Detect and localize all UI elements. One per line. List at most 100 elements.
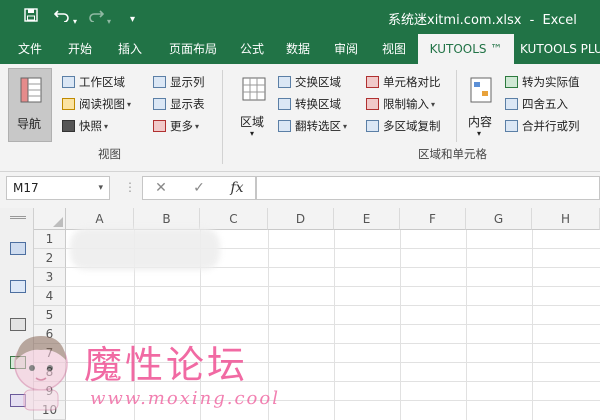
flip-range-button[interactable]: 翻转选区 ▾ — [278, 116, 347, 136]
swap-ranges-button[interactable]: 交换区域 — [278, 72, 341, 92]
column-header-h[interactable]: H — [532, 208, 600, 230]
show-sheets-button[interactable]: 显示表 — [153, 94, 205, 114]
swap-ranges-icon — [278, 76, 291, 88]
tab-review[interactable]: 审阅 — [326, 34, 366, 64]
show-sheets-label: 显示表 — [170, 97, 205, 111]
column-header-g[interactable]: G — [466, 208, 532, 230]
to-actual-label: 转为实际值 — [522, 75, 580, 89]
flip-range-icon — [278, 120, 291, 132]
transform-range-label: 转换区域 — [295, 97, 341, 111]
compare-cells-icon — [366, 76, 379, 88]
tab-view[interactable]: 视图 — [374, 34, 414, 64]
window-title: 系统迷xitmi.com.xlsx - Excel — [388, 9, 577, 28]
tab-file[interactable]: 文件 — [8, 34, 52, 64]
reading-view-button[interactable]: 阅读视图 ▾ — [62, 94, 131, 114]
grid-line — [532, 230, 533, 420]
row-header-1[interactable]: 1 — [34, 230, 66, 249]
tab-insert[interactable]: 插入 — [110, 34, 150, 64]
row-header-3[interactable]: 3 — [34, 268, 66, 287]
navigation-icon — [20, 77, 42, 106]
more-label: 更多 — [170, 119, 193, 133]
tab-data[interactable]: 数据 — [278, 34, 318, 64]
column-header-f[interactable]: F — [400, 208, 466, 230]
name-box-value: M17 — [13, 181, 39, 195]
redo-dropdown-icon[interactable]: ▾ — [107, 13, 111, 31]
title-bar: ▾ ▾ ▾ 系统迷xitmi.com.xlsx - Excel — [0, 0, 600, 34]
file-name: 系统迷xitmi.com.xlsx — [388, 13, 522, 28]
content-button[interactable]: 内容 ▾ — [461, 68, 499, 142]
title-separator: - — [529, 13, 535, 28]
formula-input[interactable] — [256, 176, 600, 200]
tab-kutools-plus[interactable]: KUTOOLS PLU — [520, 34, 600, 64]
grid-line — [466, 230, 467, 420]
insert-function-icon[interactable]: fx — [224, 178, 250, 198]
chevron-down-icon[interactable]: ▾ — [98, 177, 103, 199]
tab-formulas[interactable]: 公式 — [232, 34, 272, 64]
round-button[interactable]: 四舍五入 — [505, 94, 568, 114]
mascot-watermark-icon — [14, 336, 68, 411]
round-icon — [505, 98, 518, 110]
row-header-4[interactable]: 4 — [34, 287, 66, 306]
chevron-down-icon: ▾ — [431, 99, 436, 109]
snapshot-button[interactable]: 快照 ▾ — [62, 116, 108, 136]
tab-page-layout[interactable]: 页面布局 — [160, 34, 226, 64]
name-box[interactable]: M17 ▾ — [6, 176, 110, 200]
app-name: Excel — [542, 13, 577, 28]
tab-kutools[interactable]: KUTOOLS ™ — [418, 34, 514, 64]
row-header-5[interactable]: 5 — [34, 306, 66, 325]
navigation-button[interactable]: 导航 — [8, 68, 52, 142]
transform-range-button[interactable]: 转换区域 — [278, 94, 341, 114]
range-label: 区域 — [240, 115, 265, 129]
customize-qat-icon[interactable]: ▾ — [130, 11, 135, 29]
grid-line — [334, 230, 335, 420]
ribbon-tab-bar: 文件 开始 插入 页面布局 公式 数据 审阅 视图 KUTOOLS ™ KUTO… — [0, 34, 600, 64]
copy-ranges-button[interactable]: 多区域复制 — [366, 116, 441, 136]
column-header-b[interactable]: B — [134, 208, 200, 230]
navigation-label: 导航 — [17, 117, 42, 131]
chevron-down-icon: ▾ — [104, 121, 109, 131]
snapshot-label: 快照 — [79, 119, 102, 133]
column-header-a[interactable]: A — [66, 208, 134, 230]
round-label: 四舍五入 — [522, 97, 568, 111]
enter-icon[interactable]: ✓ — [186, 178, 212, 198]
copy-ranges-icon — [366, 120, 379, 132]
pane-grip-icon — [10, 216, 26, 219]
combine-icon — [505, 120, 518, 132]
range-button[interactable]: 区域 ▾ — [230, 68, 276, 142]
content-icon — [470, 77, 492, 106]
undo-dropdown-icon[interactable]: ▾ — [73, 13, 77, 31]
formula-bar-grip: ⋮ — [124, 180, 136, 194]
combine-rows-columns-button[interactable]: 合并行或列 — [505, 116, 580, 136]
autotext-icon[interactable] — [10, 280, 26, 293]
content-label: 内容 — [468, 115, 493, 129]
combine-label: 合并行或列 — [522, 119, 580, 133]
workspace-button[interactable]: 工作区域 — [62, 72, 125, 92]
range-icon — [242, 77, 266, 104]
tab-home[interactable]: 开始 — [60, 34, 100, 64]
blurred-region — [70, 228, 220, 270]
grid-line — [66, 305, 600, 306]
column-header-c[interactable]: C — [200, 208, 268, 230]
ribbon: 导航 工作区域 阅读视图 ▾ 快照 ▾ 显示列 显示表 更多 ▾ 视图 区域 ▾ 交换… — [0, 64, 600, 172]
group-divider — [456, 70, 457, 142]
reading-view-icon — [62, 98, 75, 110]
limit-input-button[interactable]: 限制输入 ▾ — [366, 94, 435, 114]
to-actual-button[interactable]: 转为实际值 — [505, 72, 580, 92]
chevron-down-icon: ▾ — [195, 121, 200, 131]
redo-icon[interactable] — [88, 8, 105, 26]
cancel-icon[interactable]: ✕ — [148, 178, 174, 198]
workbook-sheets-icon[interactable] — [10, 242, 26, 255]
column-header-d[interactable]: D — [268, 208, 334, 230]
swap-ranges-label: 交换区域 — [295, 75, 341, 89]
select-all-corner[interactable] — [34, 208, 66, 230]
row-header-2[interactable]: 2 — [34, 249, 66, 268]
compare-cells-button[interactable]: 单元格对比 — [366, 72, 441, 92]
transform-range-icon — [278, 98, 291, 110]
view-group-label: 视图 — [98, 147, 121, 161]
show-columns-button[interactable]: 显示列 — [153, 72, 205, 92]
reading-view-label: 阅读视图 — [79, 97, 125, 111]
column-header-e[interactable]: E — [334, 208, 400, 230]
undo-icon[interactable] — [53, 8, 70, 26]
more-button[interactable]: 更多 ▾ — [153, 116, 199, 136]
save-icon[interactable] — [24, 8, 38, 26]
